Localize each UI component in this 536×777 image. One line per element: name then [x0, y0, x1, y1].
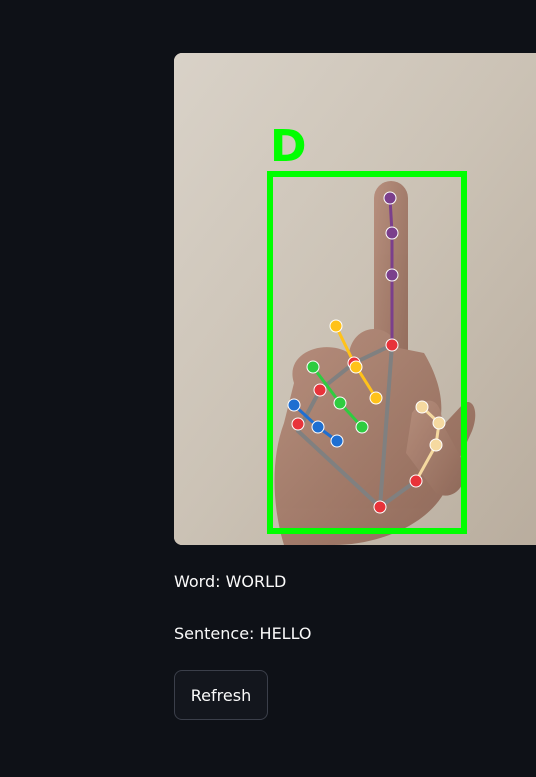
landmark-index-pip: [385, 268, 399, 282]
landmark-index-mcp: [385, 338, 399, 352]
landmark-ring-tip: [355, 420, 369, 434]
word-status: Word: WORLD: [174, 572, 286, 592]
landmark-pinky-dip: [311, 420, 325, 434]
landmark-pinky-pip: [287, 398, 301, 412]
landmark-thumb-tip: [415, 400, 429, 414]
sentence-label: Sentence:: [174, 624, 255, 643]
landmark-thumb-mcp: [429, 438, 443, 452]
sentence-status: Sentence: HELLO: [174, 624, 312, 644]
webcam-feed: D: [174, 53, 536, 545]
refresh-button[interactable]: Refresh: [174, 670, 268, 720]
landmark-middle-tip: [369, 391, 383, 405]
detected-letter-label: D: [270, 121, 307, 172]
word-value: WORLD: [225, 572, 287, 591]
landmark-wrist: [373, 500, 387, 514]
landmark-ring-pip: [306, 360, 320, 374]
landmark-thumb-cmc: [409, 474, 423, 488]
landmark-ring-dip: [333, 396, 347, 410]
landmark-middle-pip: [329, 319, 343, 333]
landmark-ring-mcp: [313, 383, 327, 397]
app-root: D Word: WORLD Sentence: HELLO Refresh: [0, 0, 536, 777]
sentence-value: HELLO: [259, 624, 312, 643]
landmark-index-dip: [385, 226, 399, 240]
landmark-thumb-ip: [432, 416, 446, 430]
landmark-middle-dip: [349, 360, 363, 374]
hand-landmark-overlay: D: [174, 53, 536, 545]
word-label: Word:: [174, 572, 221, 591]
landmark-pinky-tip: [330, 434, 344, 448]
landmark-pinky-mcp: [291, 417, 305, 431]
landmark-index-tip: [383, 191, 397, 205]
